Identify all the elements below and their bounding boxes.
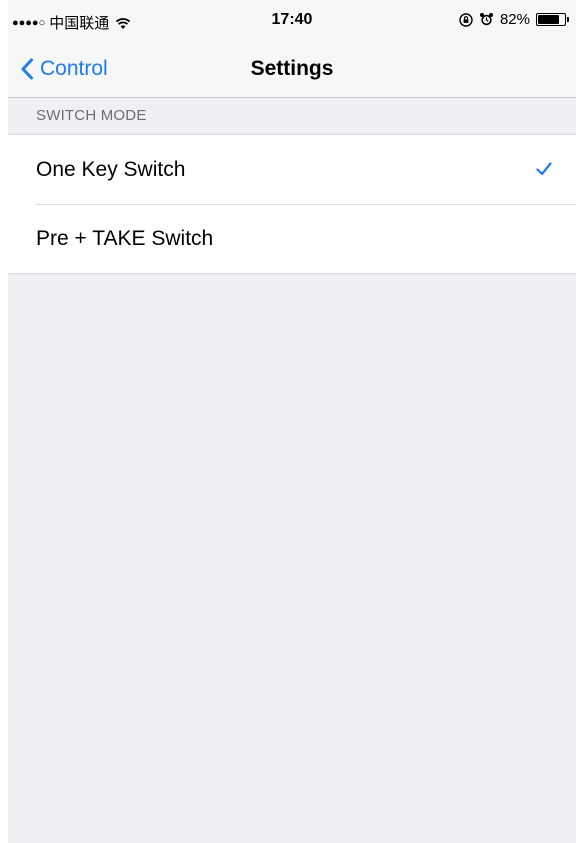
list-item-label: One Key Switch [36, 157, 186, 181]
list-item-pre-take-switch[interactable]: Pre + TAKE Switch [8, 204, 576, 273]
alarm-icon [479, 13, 493, 26]
app-screen: ●●●●○ 中国联通 17:40 82% Control Settings SW… [8, 0, 576, 843]
battery-fill [538, 15, 559, 24]
section-header: SWITCH MODE [36, 107, 147, 124]
checkmark-icon [536, 162, 552, 176]
battery-icon [536, 13, 569, 26]
orientation-lock-icon [459, 12, 473, 27]
battery-percent: 82% [499, 11, 530, 28]
battery-tip [567, 17, 569, 22]
status-bar: ●●●●○ 中国联通 17:40 82% [8, 0, 576, 40]
switch-mode-list: One Key Switch Pre + TAKE Switch [8, 134, 576, 274]
page-title: Settings [250, 57, 334, 80]
list-item-one-key-switch[interactable]: One Key Switch [8, 135, 576, 204]
status-right: 82% [459, 11, 569, 28]
navigation-bar: Control Settings [8, 40, 576, 98]
list-item-label: Pre + TAKE Switch [36, 226, 214, 250]
